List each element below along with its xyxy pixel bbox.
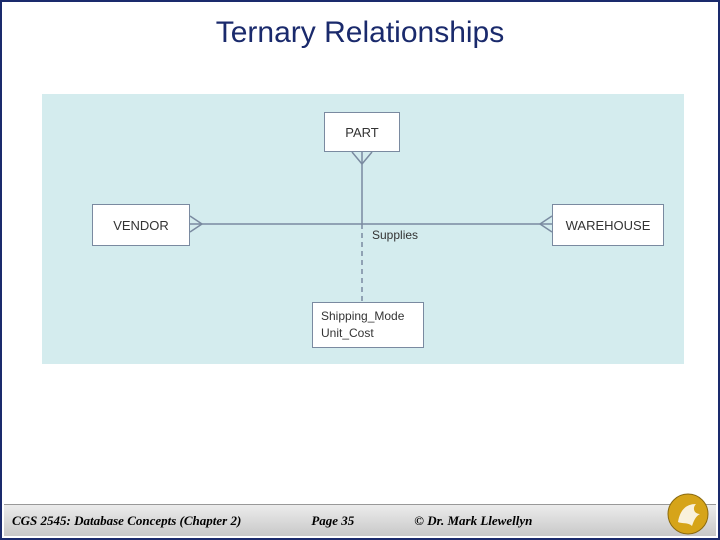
entity-vendor: VENDOR <box>92 204 190 246</box>
attribute-box: Shipping_Mode Unit_Cost <box>312 302 424 348</box>
entity-warehouse: WAREHOUSE <box>552 204 664 246</box>
footer-page: Page 35 <box>311 513 354 529</box>
slide-title: Ternary Relationships <box>2 2 718 50</box>
entity-part: PART <box>324 112 400 152</box>
footer-course: CGS 2545: Database Concepts (Chapter 2) <box>12 513 241 529</box>
relationship-label: Supplies <box>372 228 418 242</box>
er-diagram: PART VENDOR WAREHOUSE Supplies Shipping_… <box>42 94 684 364</box>
ucf-pegasus-logo <box>666 492 710 536</box>
entity-vendor-label: VENDOR <box>113 218 169 233</box>
slide-frame: Ternary Relationships PART VENDOR <box>0 0 720 540</box>
entity-part-label: PART <box>345 125 378 140</box>
slide-footer: CGS 2545: Database Concepts (Chapter 2) … <box>4 504 716 536</box>
attribute-line-2: Unit_Cost <box>321 325 415 342</box>
entity-warehouse-label: WAREHOUSE <box>566 218 651 233</box>
footer-copyright: © Dr. Mark Llewellyn <box>414 513 532 529</box>
attribute-line-1: Shipping_Mode <box>321 308 415 325</box>
